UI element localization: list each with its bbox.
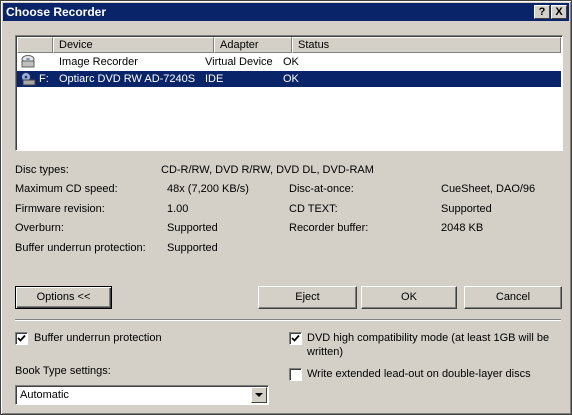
buffer-protection-label: Buffer underrun protection: <box>15 242 146 254</box>
image-recorder-icon <box>21 55 35 68</box>
disc-types-value: CD-R/RW, DVD R/RW, DVD DL, DVD-RAM <box>161 164 374 176</box>
cancel-button[interactable]: Cancel <box>464 286 562 309</box>
max-speed-value: 48x (7,200 KB/s) <box>167 183 249 195</box>
dvd-compat-label-line2[interactable]: written) <box>307 346 343 358</box>
dvd-compat-label-line1[interactable]: DVD high compatibility mode (at least 1G… <box>307 332 549 344</box>
close-icon: X <box>555 6 563 18</box>
buffer-protection-value: Supported <box>167 242 218 254</box>
max-speed-label: Maximum CD speed: <box>15 183 118 195</box>
dvd-compat-checkbox[interactable] <box>289 332 302 345</box>
eject-button[interactable]: Eject <box>258 286 357 309</box>
optical-drive-icon <box>21 72 36 86</box>
window-title: Choose Recorder <box>6 5 107 19</box>
options-separator <box>15 319 561 321</box>
column-status[interactable]: Status <box>292 37 561 53</box>
extended-leadout-label[interactable]: Write extended lead-out on double-layer … <box>307 368 531 380</box>
book-type-select[interactable]: Automatic <box>15 385 269 405</box>
device-status: OK <box>283 73 299 85</box>
device-name: Optiarc DVD RW AD-7240S <box>59 73 196 85</box>
overburn-value: Supported <box>167 222 218 234</box>
firmware-value: 1.00 <box>167 203 189 215</box>
options-button[interactable]: Options << <box>15 286 112 309</box>
device-name: Image Recorder <box>59 56 138 68</box>
overburn-label: Overburn: <box>15 222 64 234</box>
choose-recorder-dialog: Choose Recorder ? X Device Adapter Statu… <box>0 0 572 415</box>
checkmark-icon <box>17 334 26 342</box>
recorder-buffer-label: Recorder buffer: <box>289 222 369 234</box>
checkmark-icon <box>291 334 300 342</box>
book-type-value: Automatic <box>20 389 69 401</box>
chevron-down-icon <box>255 393 263 397</box>
header-spacer <box>17 37 53 53</box>
extended-leadout-checkbox[interactable] <box>289 368 302 381</box>
dao-label: Disc-at-once: <box>289 183 354 195</box>
device-status: OK <box>283 56 299 68</box>
ok-button[interactable]: OK <box>361 286 457 309</box>
list-header: Device Adapter Status <box>17 37 561 53</box>
help-button[interactable]: ? <box>534 5 550 19</box>
drive-letter: F: <box>39 73 49 85</box>
recorder-list[interactable]: Device Adapter Status Image Recorder Vir… <box>15 35 563 151</box>
recorder-row-optiarc[interactable]: F: Optiarc DVD RW AD-7240S IDE OK <box>17 71 561 87</box>
cdtext-label: CD TEXT: <box>289 203 338 215</box>
dropdown-button[interactable] <box>251 387 267 403</box>
disc-types-label: Disc types: <box>15 164 69 176</box>
book-type-label: Book Type settings: <box>15 365 111 377</box>
cdtext-value: Supported <box>441 203 492 215</box>
buffer-underrun-checkbox[interactable] <box>15 332 28 345</box>
column-adapter[interactable]: Adapter <box>214 37 292 53</box>
recorder-row-image[interactable]: Image Recorder Virtual Device OK <box>17 54 561 70</box>
device-adapter: Virtual Device <box>205 56 273 68</box>
help-icon: ? <box>538 6 546 18</box>
dao-value: CueSheet, DAO/96 <box>441 183 536 195</box>
device-adapter: IDE <box>205 73 224 85</box>
firmware-label: Firmware revision: <box>15 203 105 215</box>
column-device[interactable]: Device <box>53 37 214 53</box>
title-bar: Choose Recorder ? X <box>3 3 569 21</box>
close-button[interactable]: X <box>551 5 567 19</box>
recorder-buffer-value: 2048 KB <box>441 222 484 234</box>
buffer-underrun-label[interactable]: Buffer underrun protection <box>34 332 162 344</box>
